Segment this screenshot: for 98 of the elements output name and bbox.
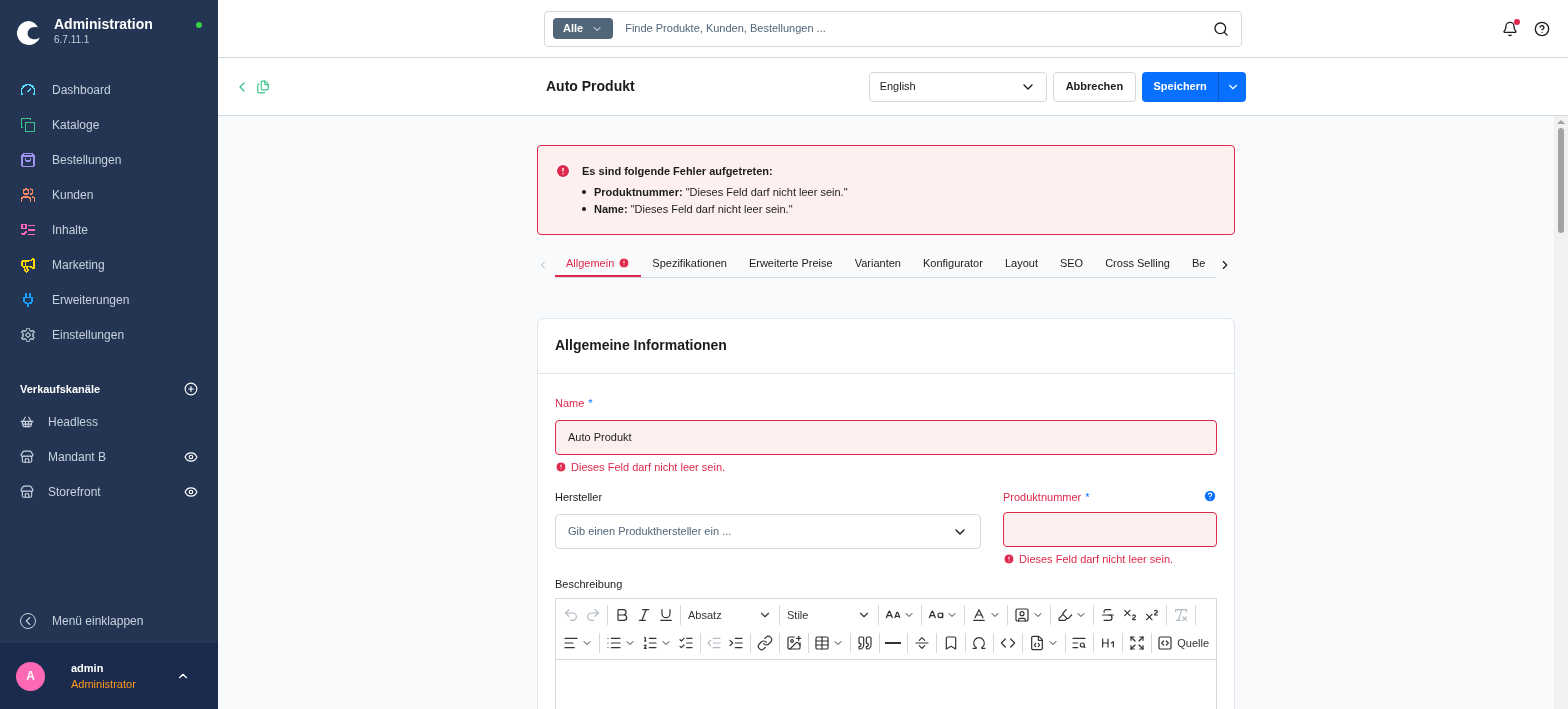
error-icon: [1003, 553, 1015, 566]
horizontal-line-icon: [885, 642, 902, 644]
field-error: Dieses Feld darf nicht leer sein.: [555, 458, 1217, 475]
card-title: Allgemeine Informationen: [555, 336, 727, 355]
app-title: Administration: [54, 16, 153, 32]
redo-icon: [585, 607, 601, 623]
tab[interactable]: Allgemein: [555, 251, 642, 277]
indent-icon: [728, 635, 745, 651]
tab[interactable]: Layout: [993, 251, 1049, 277]
omega-icon: [971, 635, 988, 651]
eye-icon[interactable]: [184, 449, 198, 464]
bullet-icon: [582, 190, 586, 194]
manufacturer-select[interactable]: Gib einen Produkthersteller ein ...: [555, 514, 981, 549]
strikethrough-icon: [1100, 607, 1116, 623]
fullscreen-icon: [1128, 635, 1145, 651]
nav-item[interactable]: Kunden: [0, 177, 218, 212]
user-name: admin: [71, 660, 105, 676]
quote-icon: [856, 635, 873, 651]
nav-item[interactable]: Einstellungen: [0, 317, 218, 352]
highlighter-icon: [1057, 607, 1073, 623]
find-icon: [1071, 635, 1088, 651]
align-left-icon: [563, 635, 579, 651]
error-icon: [555, 460, 567, 473]
sales-channel-item[interactable]: Mandant B: [20, 439, 198, 474]
required-mark: *: [1085, 491, 1090, 503]
save-button[interactable]: Speichern: [1142, 71, 1219, 102]
language-select[interactable]: English: [868, 71, 1047, 102]
error-icon: [618, 257, 631, 269]
checklist-icon: [677, 635, 694, 651]
outdent-icon: [706, 635, 723, 651]
bullet-list-icon: [605, 635, 622, 651]
help-icon[interactable]: [1534, 20, 1550, 37]
italic-icon: [636, 607, 652, 623]
font-color-icon: [971, 607, 987, 623]
product-number-field[interactable]: [1003, 512, 1217, 547]
alert-title: Es sind folgende Fehler aufgetreten:: [582, 164, 774, 179]
version-label: 6.7.11.1: [54, 33, 91, 47]
undo-icon: [563, 607, 579, 623]
link-icon: [756, 635, 773, 651]
nav-item[interactable]: Dashboard: [0, 72, 218, 107]
remove-format-icon: [1173, 607, 1189, 623]
page-title: Auto Produkt: [546, 77, 635, 96]
page-break-icon: [914, 635, 931, 651]
tab[interactable]: Cross Selling: [1094, 251, 1181, 277]
collapse-link[interactable]: Menü einklappen: [52, 612, 144, 630]
sales-channel-item[interactable]: Headless: [20, 404, 198, 439]
logo-icon: [16, 20, 42, 46]
avatar: A: [16, 661, 45, 691]
search-icon[interactable]: [1213, 20, 1229, 37]
field-label: Name: [555, 396, 585, 409]
tab[interactable]: SEO: [1048, 251, 1095, 277]
toolbar-button[interactable]: Quelle: [1154, 631, 1213, 655]
basket-icon: [20, 414, 34, 429]
underline-icon: [658, 607, 674, 623]
sales-channel-item[interactable]: Storefront: [20, 474, 198, 509]
format-select[interactable]: Stile: [783, 603, 875, 627]
field-label: Produktnummer: [1003, 491, 1082, 503]
store-icon: [20, 449, 34, 464]
image-icon: [785, 635, 802, 651]
tab[interactable]: Spezifikationen: [641, 251, 738, 277]
eye-icon[interactable]: [184, 484, 198, 499]
nav-item[interactable]: Kataloge: [0, 107, 218, 142]
superscript-icon: [1144, 607, 1160, 623]
format-select[interactable]: Absatz: [684, 603, 776, 627]
error-icon: [555, 163, 571, 179]
source-icon: [1157, 635, 1174, 651]
user-role: Administrator: [71, 677, 136, 692]
search-field[interactable]: Alle Finde Produkte, Kunden, Bestellungen ...: [544, 10, 1242, 47]
cancel-button[interactable]: Abbrechen: [1052, 71, 1137, 102]
bell-icon[interactable]: [1502, 20, 1518, 37]
bold-icon: [614, 607, 630, 623]
nav-item[interactable]: Erweiterungen: [0, 282, 218, 317]
scope-dropdown[interactable]: Alle: [553, 18, 614, 39]
error-message: Name: "Dieses Feld darf nicht leer sein.": [594, 201, 793, 217]
subscript-icon: [1122, 607, 1138, 623]
code-icon: [1000, 635, 1017, 651]
bullet-icon: [582, 207, 586, 211]
name-field[interactable]: Auto Produkt: [555, 419, 1217, 455]
required-mark: *: [588, 396, 593, 409]
field-error: Dieses Feld darf nicht leer sein.: [1003, 551, 1217, 568]
tab[interactable]: Varianten: [843, 251, 912, 277]
field-label: Beschreibung: [555, 576, 624, 592]
numbered-list-icon: [641, 635, 658, 651]
nav-item[interactable]: Bestellungen: [0, 142, 218, 177]
nav-item[interactable]: Inhalte: [0, 212, 218, 247]
nav-item[interactable]: Marketing: [0, 247, 218, 282]
heading-icon: [1099, 635, 1116, 651]
tab[interactable]: Konfigurator: [911, 251, 994, 277]
tab[interactable]: Be: [1181, 251, 1217, 277]
save-options-button[interactable]: [1218, 71, 1247, 102]
tab[interactable]: Erweiterte Preise: [737, 251, 844, 277]
code-block-icon: [1028, 635, 1045, 651]
field-label: Hersteller: [555, 491, 603, 503]
table-icon: [814, 635, 831, 651]
store-icon: [20, 484, 34, 499]
add-icon[interactable]: [184, 382, 198, 396]
section-title: Verkaufskanäle: [20, 381, 101, 397]
error-message: Produktnummer: "Dieses Feld darf nicht leer sein.": [594, 184, 848, 200]
